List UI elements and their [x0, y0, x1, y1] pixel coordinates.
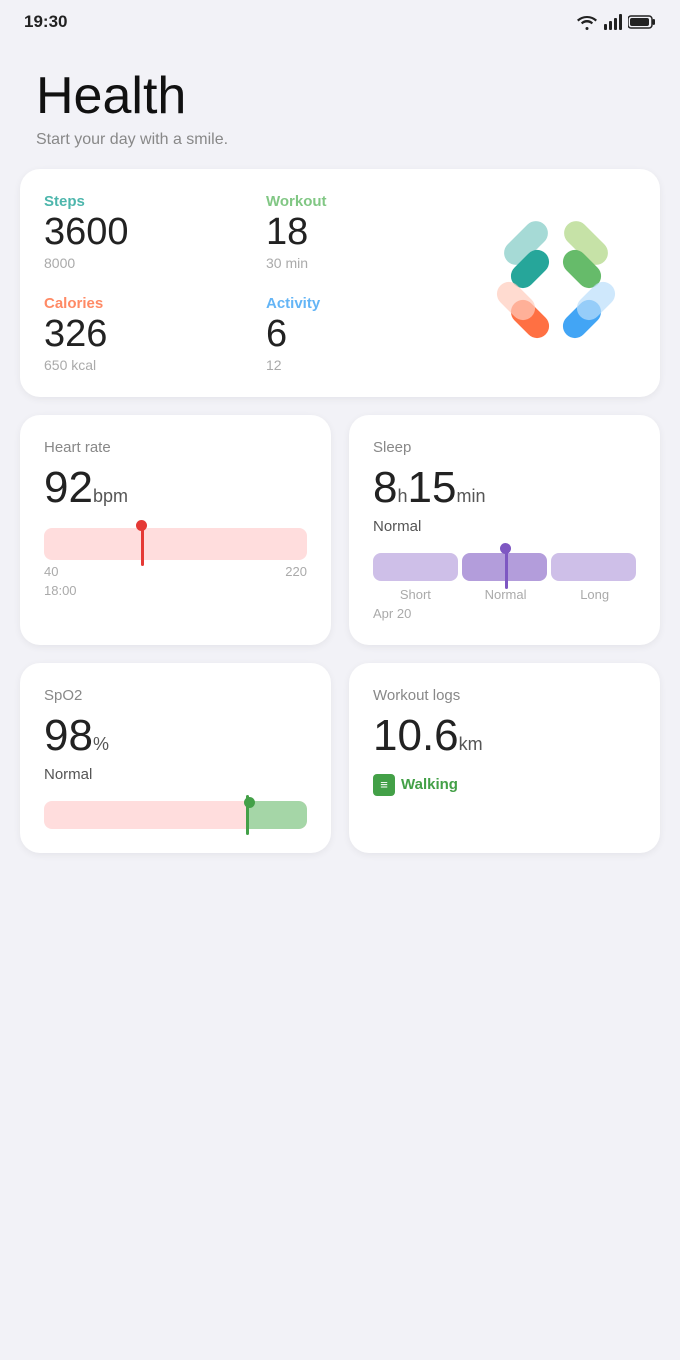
spo2-bar-green	[249, 801, 307, 829]
cross-logo	[486, 213, 626, 353]
heart-rate-time: 18:00	[44, 583, 307, 598]
heart-rate-bar: 40 220 18:00	[44, 528, 307, 598]
second-row: Heart rate 92bpm 40 220 18:00 Sleep 8h15…	[20, 415, 660, 645]
calories-label: Calories	[44, 295, 254, 312]
spo2-value: 98	[44, 711, 93, 760]
sleep-card[interactable]: Sleep 8h15min Normal Short Normal Long	[349, 415, 660, 645]
steps-target: 8000	[44, 255, 254, 271]
steps-value: 3600	[44, 212, 254, 254]
calories-value: 326	[44, 314, 254, 356]
main-content: Steps 3600 8000 Workout 18 30 min Calori…	[0, 169, 680, 883]
calories-metric[interactable]: Calories 326 650 kcal	[44, 295, 254, 373]
heart-rate-unit: bpm	[93, 486, 128, 506]
workout-logs-unit: km	[459, 734, 483, 754]
workout-logs-label: Workout logs	[373, 687, 636, 704]
spo2-bar-wrapper	[44, 801, 307, 829]
sleep-label-long: Long	[580, 587, 609, 602]
steps-metric[interactable]: Steps 3600 8000	[44, 193, 254, 271]
sleep-hours: 8	[373, 463, 397, 512]
heart-rate-max: 220	[285, 564, 307, 579]
sleep-label: Sleep	[373, 439, 636, 456]
sleep-minutes: 15	[408, 463, 457, 512]
status-time: 19:30	[24, 12, 67, 32]
status-bar: 19:30	[0, 0, 680, 38]
calories-target: 650 kcal	[44, 357, 254, 373]
spo2-label: SpO2	[44, 687, 307, 704]
page-title: Health	[36, 68, 644, 125]
header: Health Start your day with a smile.	[0, 38, 680, 169]
heart-rate-label: Heart rate	[44, 439, 307, 456]
page-subtitle: Start your day with a smile.	[36, 131, 644, 149]
heart-rate-card[interactable]: Heart rate 92bpm 40 220 18:00	[20, 415, 331, 645]
activity-metric[interactable]: Activity 6 12	[266, 295, 476, 373]
battery-icon	[628, 15, 656, 29]
sleep-label-normal: Normal	[485, 587, 527, 602]
sleep-status: Normal	[373, 518, 636, 535]
spo2-marker	[246, 795, 249, 835]
workout-metric[interactable]: Workout 18 30 min	[266, 193, 476, 271]
summary-metrics: Steps 3600 8000 Workout 18 30 min Calori…	[44, 193, 476, 373]
sleep-segment-short	[373, 553, 458, 581]
workout-logs-activity-row: ≡ Walking	[373, 774, 636, 796]
heart-rate-value: 92	[44, 463, 93, 512]
activity-target: 12	[266, 357, 476, 373]
workout-target: 30 min	[266, 255, 476, 271]
heart-rate-range: 40 220	[44, 564, 307, 579]
walking-icon: ≡	[373, 774, 395, 796]
status-icons	[576, 14, 656, 30]
steps-label: Steps	[44, 193, 254, 210]
sleep-value-row: 8h15min	[373, 466, 636, 510]
activity-value: 6	[266, 314, 476, 356]
signal-icon	[604, 14, 622, 30]
heart-rate-track	[44, 528, 307, 560]
heart-rate-value-row: 92bpm	[44, 466, 307, 510]
heart-rate-marker	[141, 522, 144, 566]
sleep-date: Apr 20	[373, 606, 636, 621]
sleep-segment-long	[551, 553, 636, 581]
spo2-status: Normal	[44, 766, 307, 783]
workout-logs-card[interactable]: Workout logs 10.6km ≡ Walking	[349, 663, 660, 853]
health-logo	[476, 193, 636, 373]
spo2-card[interactable]: SpO2 98% Normal	[20, 663, 331, 853]
third-row: SpO2 98% Normal Workout logs 10.6km ≡ Wa…	[20, 663, 660, 853]
heart-rate-min: 40	[44, 564, 58, 579]
workout-value: 18	[266, 212, 476, 254]
sleep-h-unit: h	[397, 486, 407, 506]
workout-logs-activity: Walking	[401, 776, 458, 793]
sleep-bar: Short Normal Long Apr 20	[373, 553, 636, 621]
activity-label: Activity	[266, 295, 476, 312]
sleep-bar-labels: Short Normal Long	[373, 587, 636, 602]
spo2-bar-track	[44, 801, 307, 829]
sleep-label-short: Short	[400, 587, 431, 602]
spo2-value-row: 98%	[44, 714, 307, 758]
sleep-marker	[505, 545, 508, 589]
workout-label: Workout	[266, 193, 476, 210]
sleep-bar-track	[373, 553, 636, 581]
sleep-min-unit: min	[456, 486, 485, 506]
spo2-unit: %	[93, 734, 109, 754]
summary-card: Steps 3600 8000 Workout 18 30 min Calori…	[20, 169, 660, 397]
workout-logs-value-row: 10.6km	[373, 714, 636, 758]
wifi-icon	[576, 14, 598, 30]
workout-logs-value: 10.6	[373, 711, 459, 760]
